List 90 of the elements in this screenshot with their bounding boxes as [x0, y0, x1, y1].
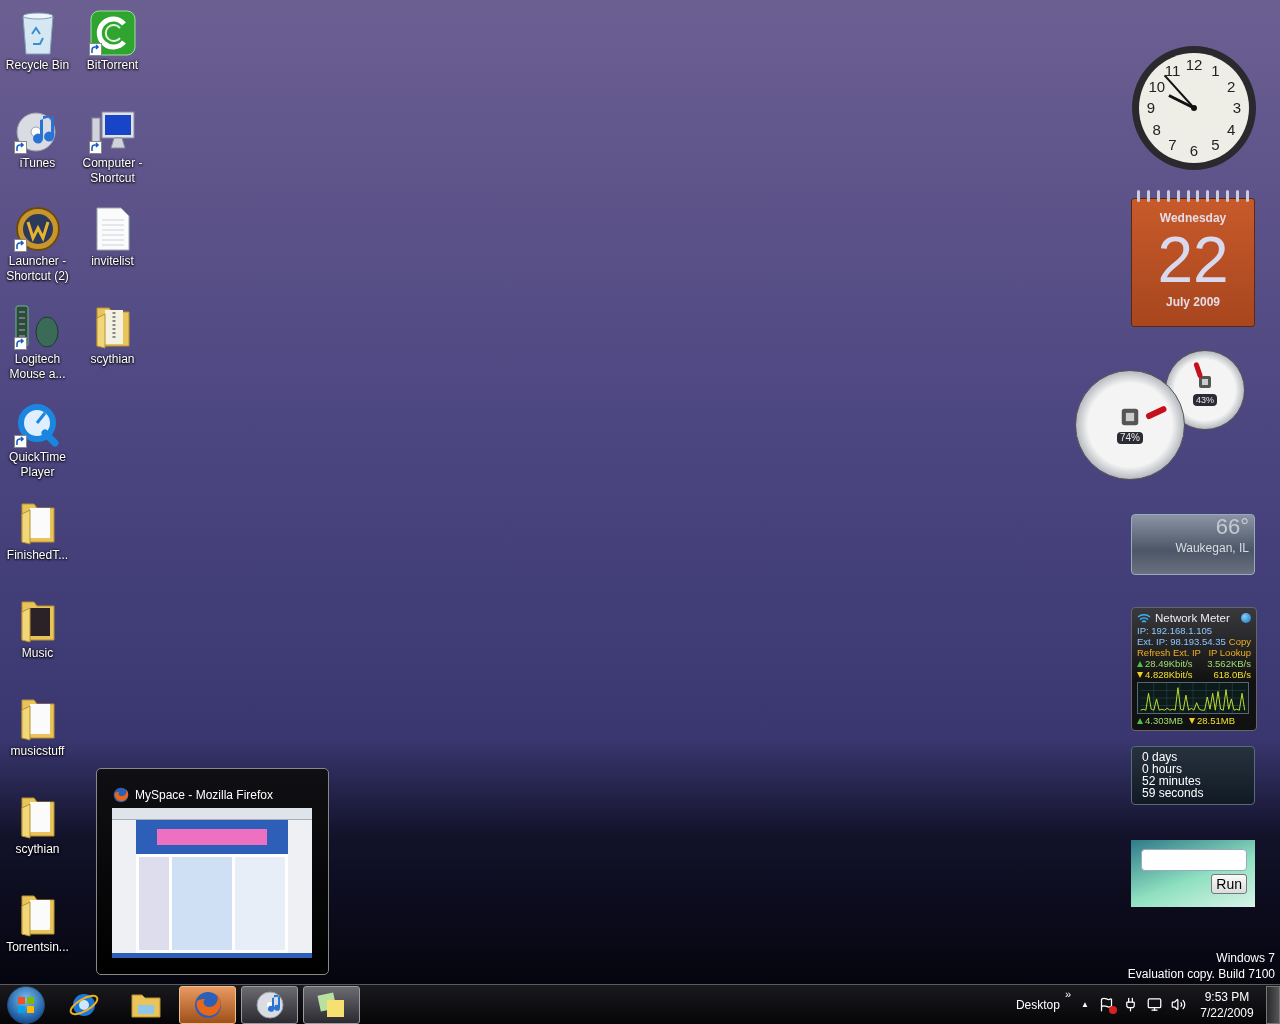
clock-numeral: 5	[1211, 136, 1220, 154]
start-button[interactable]	[7, 985, 45, 1024]
clock-numeral: 1	[1211, 61, 1220, 79]
show-desktop-button[interactable]	[1266, 985, 1280, 1024]
shortcut-arrow-icon	[88, 43, 102, 56]
desktop-icon-label[interactable]: scythian	[0, 842, 75, 857]
memory-chip-icon	[1197, 374, 1213, 390]
gadget-title: Network Meter	[1155, 611, 1230, 625]
torrent-app-icon	[89, 10, 136, 56]
firefox-icon	[112, 786, 130, 804]
shortcut-arrow-icon	[88, 141, 102, 154]
download-rate: 4.828Kbit/s	[1145, 669, 1193, 680]
shortcut-arrow-icon	[13, 337, 27, 350]
shortcut-arrow-icon	[13, 435, 27, 448]
power-icon[interactable]	[1123, 997, 1138, 1012]
desktop-icon-label[interactable]: FinishedT...	[0, 548, 75, 563]
flag-icon[interactable]	[1099, 997, 1114, 1012]
ip-address: IP: 192.168.1.105	[1137, 625, 1213, 636]
shortcut-arrow-icon	[13, 141, 27, 154]
taskbar-preview[interactable]: MySpace - Mozilla Firefox	[96, 768, 329, 975]
upload-total: 4.303MB	[1145, 715, 1184, 726]
external-ip: Ext. IP: 98.193.54.35	[1137, 636, 1226, 647]
copy-link[interactable]: Copy	[1228, 636, 1251, 647]
music-disc-icon	[253, 988, 286, 1021]
clock-numeral: 9	[1146, 99, 1156, 116]
meter-reading: 74%	[1117, 432, 1143, 444]
desktop-icon-label[interactable]: QuickTime Player	[0, 450, 75, 480]
toolbar-chevron[interactable]: »	[1064, 986, 1072, 1003]
uptime-line: 0 hours	[1142, 763, 1184, 775]
show-hidden-icons-arrow[interactable]: ▲	[1081, 998, 1089, 1011]
weather-location: Waukegan, IL	[1175, 540, 1249, 557]
taskbar-button[interactable]	[303, 985, 360, 1024]
command-field[interactable]	[1141, 849, 1247, 871]
desktop-icon-label[interactable]: Music	[0, 646, 75, 661]
clock-numeral: 7	[1168, 136, 1177, 154]
preview-title: MySpace - Mozilla Firefox	[135, 787, 274, 804]
os-notice-text: Evaluation copy. Build 7100	[1127, 966, 1275, 982]
clock-numeral: 11	[1164, 61, 1181, 79]
taskbar-button[interactable]	[179, 985, 236, 1024]
uptime-line: 0 days	[1142, 751, 1178, 763]
upload-rate: 3.562KB/s	[1207, 658, 1251, 669]
toolbar-label[interactable]: Desktop	[1015, 995, 1060, 1014]
uptime-line: 59 seconds	[1142, 787, 1205, 799]
clock-numeral: 8	[1152, 120, 1161, 138]
up-arrow-icon	[1137, 717, 1143, 724]
lookup-link[interactable]: IP Lookup	[1208, 647, 1251, 658]
desktop-icon-label[interactable]: Torrentsin...	[0, 940, 75, 955]
down-arrow-icon	[1189, 717, 1196, 724]
up-arrow-icon	[1137, 660, 1143, 667]
upload-rate: 28.49Kbit/s	[1145, 658, 1193, 669]
desktop-icon-label[interactable]: scythian	[75, 352, 150, 367]
wifi-icon	[1137, 612, 1151, 624]
tray-clock[interactable]: 9:53 PM 7/22/2009	[1196, 988, 1258, 1021]
desktop-icon-label[interactable]: Logitech Mouse a...	[0, 352, 75, 382]
os-notice-text: Windows 7	[1216, 950, 1275, 966]
network-icon[interactable]	[1147, 997, 1162, 1012]
clock-numeral: 3	[1232, 99, 1242, 116]
clock-numeral: 6	[1189, 142, 1199, 159]
calendar-month-year: July 2009	[1165, 294, 1220, 311]
uptime-line: 52 minutes	[1142, 775, 1202, 787]
clock-date: 7/22/2009	[1200, 1004, 1254, 1021]
windows-logo-icon	[17, 995, 35, 1014]
desktop-icon-label[interactable]: invitelist	[75, 254, 150, 269]
desktop-icon-label[interactable]: Computer - Shortcut	[75, 156, 150, 186]
clock-numeral: 4	[1227, 120, 1236, 138]
document-icon	[94, 206, 131, 252]
temperature: 66°	[1215, 515, 1249, 539]
desktop-icon-label[interactable]: Recycle Bin	[0, 58, 75, 73]
calendar-day: 22	[1157, 227, 1229, 293]
chip-icon	[1119, 406, 1141, 428]
globe-icon	[1241, 613, 1251, 623]
meter-reading: 43%	[1193, 394, 1217, 406]
clock-numeral: 2	[1227, 77, 1236, 95]
desktop-icon-label[interactable]: Launcher - Shortcut (2)	[0, 254, 75, 284]
download-rate: 618.0B/s	[1213, 669, 1251, 680]
taskbar-button[interactable]	[241, 985, 298, 1024]
volume-icon[interactable]	[1171, 997, 1186, 1012]
clock-time: 9:53 PM	[1204, 988, 1250, 1005]
desktop-icon-label[interactable]: musicstuff	[0, 744, 75, 759]
clock-numeral: 10	[1148, 77, 1166, 95]
keyboard-mouse-icon	[14, 304, 61, 350]
desktop-icon-label[interactable]: BitTorrent	[75, 58, 150, 73]
run-button[interactable]: Run	[1211, 874, 1247, 894]
clock-numeral: 12	[1185, 56, 1203, 73]
calendar-weekday: Wednesday	[1159, 210, 1227, 227]
emblem-icon	[14, 206, 61, 252]
refresh-link[interactable]: Refresh Ext. IP	[1137, 647, 1201, 658]
desktop-icon-label[interactable]: iTunes	[0, 156, 75, 171]
shortcut-arrow-icon	[13, 239, 27, 252]
download-total: 28.51MB	[1197, 715, 1236, 726]
